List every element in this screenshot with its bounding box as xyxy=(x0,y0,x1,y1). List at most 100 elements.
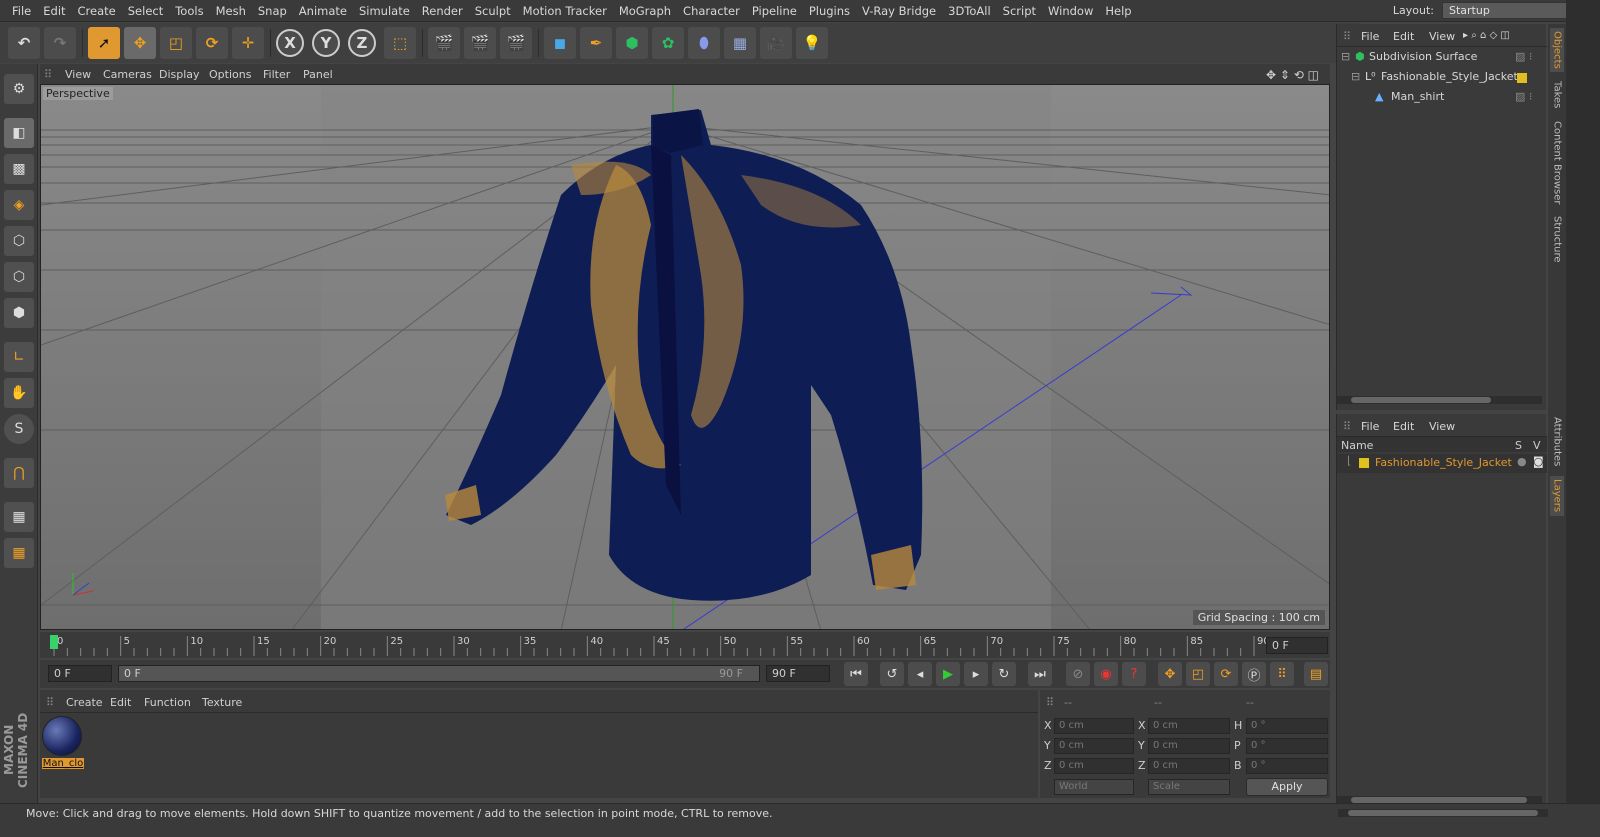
go-to-end-icon[interactable]: ⏭ xyxy=(1028,662,1052,686)
play-icon[interactable]: ▶ xyxy=(936,662,960,686)
rot-h-field[interactable]: 0 ° xyxy=(1246,718,1328,734)
layer-menu-edit[interactable]: Edit xyxy=(1393,420,1414,433)
key-parameter-icon[interactable]: Ⓟ xyxy=(1242,662,1266,686)
cube-icon[interactable]: ◼ xyxy=(544,27,576,59)
snap-icon[interactable]: S xyxy=(4,414,34,444)
menu-mesh[interactable]: Mesh xyxy=(210,4,252,18)
apply-button[interactable]: Apply xyxy=(1246,778,1328,796)
size-x-field[interactable]: 0 cm xyxy=(1148,718,1230,734)
live-selection-icon[interactable]: ➚ xyxy=(88,27,120,59)
viewport-nav-icon[interactable]: ✥ ⇕ ⟲ ◫ xyxy=(1266,68,1319,82)
menu-help[interactable]: Help xyxy=(1099,4,1137,18)
horizontal-scrollbar[interactable] xyxy=(1338,809,1548,817)
z-axis-button[interactable]: Z xyxy=(348,29,376,57)
tab-objects[interactable]: Objects xyxy=(1550,28,1564,72)
magnet-icon[interactable]: ⋂ xyxy=(4,458,34,488)
x-axis-button[interactable]: X xyxy=(276,29,304,57)
menu-mograph[interactable]: MoGraph xyxy=(613,4,677,18)
go-to-start-icon[interactable]: ⏮ xyxy=(844,662,868,686)
key-pla-icon[interactable]: ⠿ xyxy=(1270,662,1294,686)
object-toolbar-icons[interactable]: ▸ ⌕ ⌂ ◇ ◫ xyxy=(1463,30,1510,41)
material-menu-texture[interactable]: Texture xyxy=(202,696,242,709)
pen-spline-icon[interactable]: ✒ xyxy=(580,27,612,59)
layer-menu-file[interactable]: File xyxy=(1361,420,1379,433)
pos-x-field[interactable]: 0 cm xyxy=(1054,718,1134,734)
tab-content-browser[interactable]: Content Browser xyxy=(1550,120,1564,206)
menu-pipeline[interactable]: Pipeline xyxy=(746,4,803,18)
tab-takes[interactable]: Takes xyxy=(1550,78,1564,112)
layer-color-swatch[interactable] xyxy=(1517,73,1527,83)
menu-plugins[interactable]: Plugins xyxy=(803,4,856,18)
viewport-menu-view[interactable]: View xyxy=(65,68,91,81)
points-mode-icon[interactable]: ⬡ xyxy=(4,226,34,256)
key-rotation-icon[interactable]: ⟳ xyxy=(1214,662,1238,686)
previous-frame-icon[interactable]: ◂ xyxy=(908,662,932,686)
coord-type-select[interactable]: Scale xyxy=(1148,779,1230,795)
recent-tool-icon[interactable]: ✛ xyxy=(232,27,264,59)
texture-mode-icon[interactable]: ▩ xyxy=(4,154,34,184)
light-icon[interactable]: 💡 xyxy=(796,27,828,59)
menu-window[interactable]: Window xyxy=(1042,4,1099,18)
material-menu-function[interactable]: Function xyxy=(144,696,191,709)
viewport-menu-panel[interactable]: Panel xyxy=(303,68,333,81)
edges-mode-icon[interactable]: ⬡ xyxy=(4,262,34,292)
menu-3dtoall[interactable]: 3DToAll xyxy=(942,4,997,18)
viewport-3d[interactable]: Perspective Grid Spacing : 100 cm xyxy=(40,84,1330,630)
timeline-window-icon[interactable]: ▤ xyxy=(1304,662,1328,686)
redo-icon[interactable]: ↷ xyxy=(44,27,76,59)
playhead[interactable] xyxy=(50,635,58,649)
rot-p-field[interactable]: 0 ° xyxy=(1246,738,1328,754)
coordinate-system-icon[interactable]: ⬚ xyxy=(384,27,416,59)
object-row-jacket[interactable]: ⊟ L⁰ Fashionable_Style_Jacket xyxy=(1337,70,1547,89)
viewport-menu-options[interactable]: Options xyxy=(209,68,251,81)
keyframe-selection-icon[interactable]: ? xyxy=(1122,662,1146,686)
material-item[interactable]: Man_clo xyxy=(42,716,84,772)
horizontal-scrollbar[interactable] xyxy=(1337,396,1542,404)
pos-z-field[interactable]: 0 cm xyxy=(1054,758,1134,774)
undo-icon[interactable]: ↶ xyxy=(8,27,40,59)
previous-key-icon[interactable]: ↺ xyxy=(880,662,904,686)
viewport-menu-display[interactable]: Display xyxy=(159,68,200,81)
deformer-icon[interactable]: ⬮ xyxy=(688,27,720,59)
y-axis-button[interactable]: Y xyxy=(312,29,340,57)
pos-y-field[interactable]: 0 cm xyxy=(1054,738,1134,754)
object-row-subdivision[interactable]: ⊟ ⬢ Subdivision Surface ▨ ⁝ xyxy=(1337,50,1547,69)
key-position-icon[interactable]: ✥ xyxy=(1158,662,1182,686)
menu-file[interactable]: File xyxy=(6,4,37,18)
mograph-cloner-icon[interactable]: ✿ xyxy=(652,27,684,59)
layout-select[interactable]: Startup xyxy=(1442,2,1582,19)
menu-animate[interactable]: Animate xyxy=(293,4,353,18)
object-menu-view[interactable]: View xyxy=(1429,30,1455,43)
eye-icon[interactable]: ◙ xyxy=(1533,455,1544,468)
coord-mode-select[interactable]: World xyxy=(1054,779,1134,795)
viewport-menu-cameras[interactable]: Cameras xyxy=(103,68,152,81)
camera-label[interactable]: Perspective xyxy=(43,87,113,100)
scrollbar-thumb[interactable] xyxy=(1348,810,1538,816)
layer-menu-view[interactable]: View xyxy=(1429,420,1455,433)
layer-color-swatch[interactable] xyxy=(1359,458,1369,468)
object-menu-edit[interactable]: Edit xyxy=(1393,30,1414,43)
menu-character[interactable]: Character xyxy=(677,4,746,18)
rot-b-field[interactable]: 0 ° xyxy=(1246,758,1328,774)
floor-icon[interactable]: ▦ xyxy=(724,27,756,59)
visibility-dots-icon[interactable]: ▨ ⁝ xyxy=(1515,90,1532,103)
viewport-menu-filter[interactable]: Filter xyxy=(263,68,290,81)
workplane-mode-icon[interactable]: ◈ xyxy=(4,190,34,220)
timeline-ruler[interactable]: 0 5 10 15 20 25 30 35 40 45 50 55 60 65 70 75 80 85 90 0 F xyxy=(40,632,1330,658)
render-view-icon[interactable]: 🎬 xyxy=(428,27,460,59)
scale-tool-icon[interactable]: ◰ xyxy=(160,27,192,59)
menu-edit[interactable]: Edit xyxy=(37,4,71,18)
solo-dot-icon[interactable]: ● xyxy=(1517,455,1527,468)
menu-create[interactable]: Create xyxy=(72,4,122,18)
menu-select[interactable]: Select xyxy=(122,4,169,18)
camera-icon[interactable]: 🎥 xyxy=(760,27,792,59)
record-active-icon[interactable]: ⊘ xyxy=(1066,662,1090,686)
object-row-shirt[interactable]: ▲ Man_shirt ▨ ⁝ xyxy=(1337,90,1547,109)
menu-vray-bridge[interactable]: V-Ray Bridge xyxy=(856,4,942,18)
menu-snap[interactable]: Snap xyxy=(252,4,293,18)
menu-render[interactable]: Render xyxy=(416,4,469,18)
autokey-icon[interactable]: ◉ xyxy=(1094,662,1118,686)
visibility-dots-icon[interactable]: ▨ ⁝ xyxy=(1515,50,1532,63)
tab-structure[interactable]: Structure xyxy=(1550,214,1564,264)
frame-range-slider[interactable]: 0 F 90 F xyxy=(118,665,760,682)
